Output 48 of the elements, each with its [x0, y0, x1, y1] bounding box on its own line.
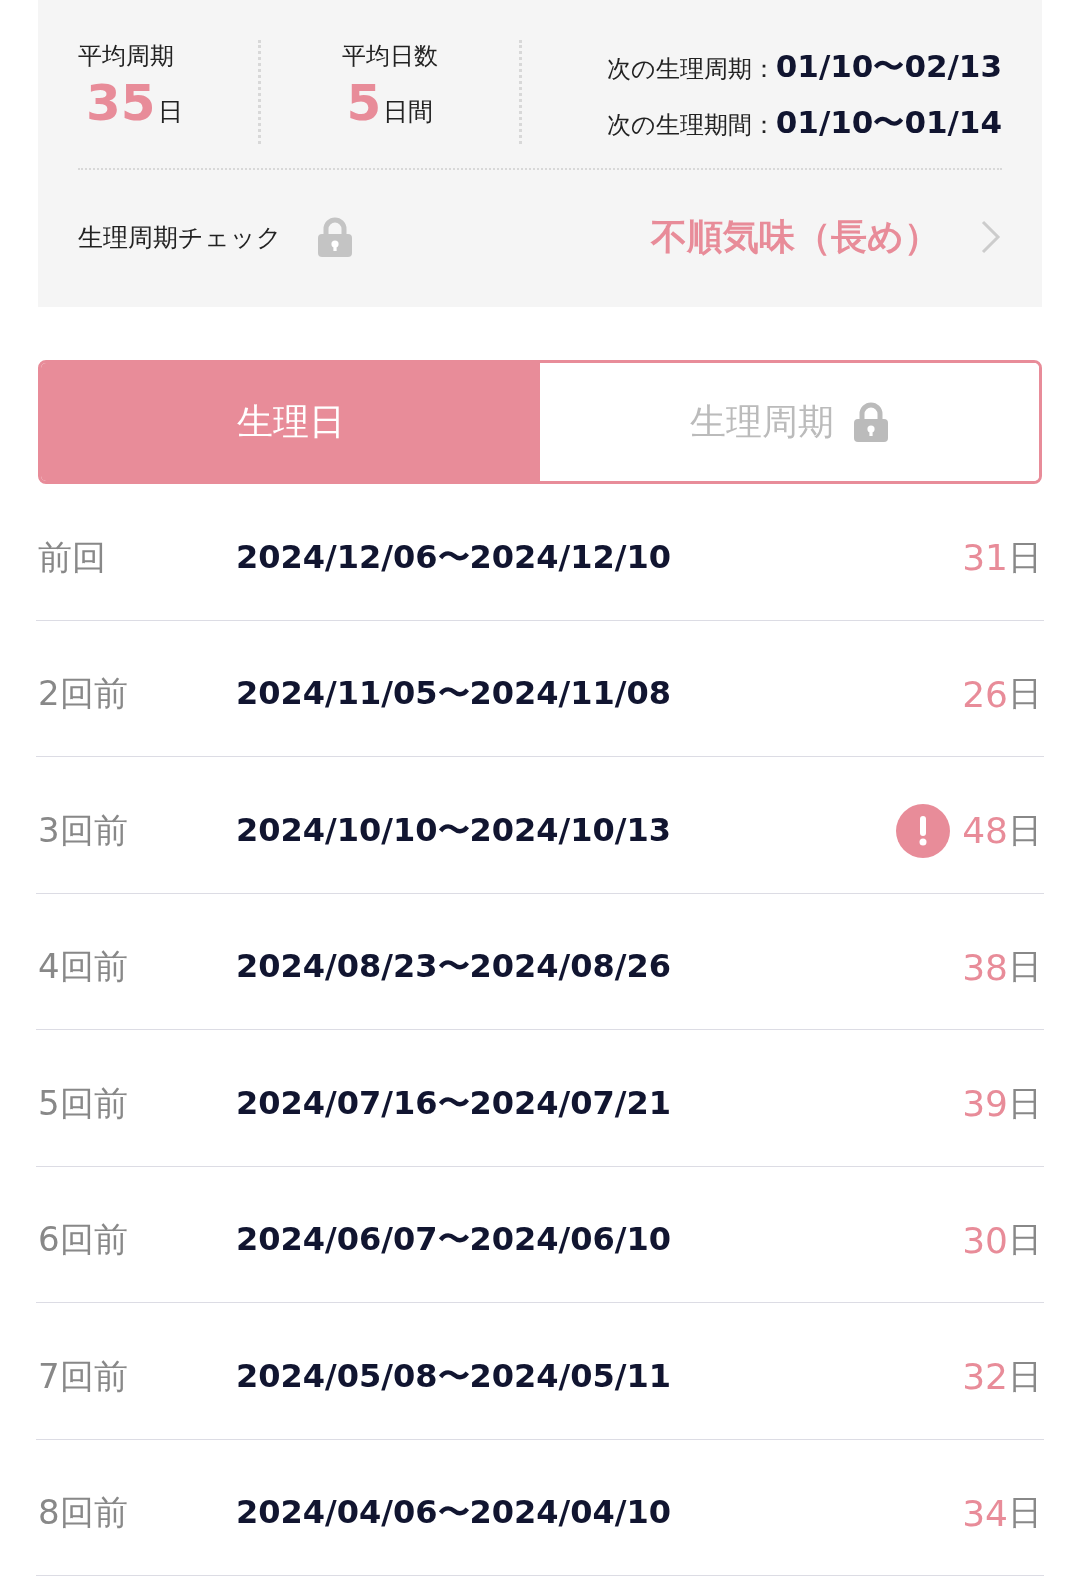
- period-label: 3回前: [38, 808, 129, 852]
- period-range: 2024/06/07〜2024/06/10: [236, 1219, 671, 1261]
- cycle-days: 39: [962, 1083, 1008, 1125]
- period-range: 2024/11/05〜2024/11/08: [236, 673, 671, 715]
- check-label: 生理周期チェック: [78, 221, 282, 254]
- stat-unit: 日: [157, 96, 183, 128]
- period-range: 2024/04/06〜2024/04/10: [236, 1492, 671, 1534]
- period-label: 7回前: [38, 1354, 129, 1398]
- period-label: 2回前: [38, 672, 129, 716]
- period-label: 5回前: [38, 1081, 129, 1125]
- cycle-days: 26: [962, 673, 1008, 715]
- check-result-link[interactable]: 不順気味（長め）: [651, 212, 1002, 262]
- period-range: 2024/10/10〜2024/10/13: [236, 809, 671, 851]
- cycle-days: 34: [962, 1492, 1008, 1534]
- cycle-days: 31: [962, 537, 1008, 579]
- days-unit: 日: [1008, 945, 1042, 989]
- days-unit: 日: [1008, 535, 1042, 579]
- period-label: 4回前: [38, 945, 129, 989]
- next-value: 01/10〜01/14: [775, 103, 1002, 142]
- tab[interactable]: 生理日: [41, 363, 540, 481]
- cycle-days: 32: [962, 1356, 1008, 1398]
- period-label: 6回前: [38, 1218, 129, 1262]
- days-unit: 日: [1008, 1354, 1042, 1398]
- cycle-days: 30: [962, 1219, 1008, 1261]
- period-range: 2024/08/23〜2024/08/26: [236, 946, 671, 988]
- next-label: 次の生理周期：: [606, 54, 776, 85]
- period-range: 2024/07/16〜2024/07/21: [236, 1082, 671, 1124]
- stat-label: 平均日数: [342, 41, 438, 72]
- cycle-days: 48: [962, 810, 1008, 852]
- days-unit: 日: [1008, 1081, 1042, 1125]
- days-unit: 日: [1008, 1218, 1042, 1262]
- period-label: 8回前: [38, 1491, 129, 1535]
- stat-value: 5: [346, 74, 382, 132]
- cycle-days: 38: [962, 946, 1008, 988]
- lock-icon: [851, 402, 890, 442]
- days-unit: 日: [1008, 1491, 1042, 1535]
- next-label: 次の生理期間：: [606, 110, 776, 141]
- lock-icon: [316, 217, 354, 257]
- days-unit: 日: [1008, 672, 1042, 716]
- period-range: 2024/12/06〜2024/12/10: [236, 536, 671, 578]
- chevron-icon: [980, 219, 1002, 255]
- stat-value: 35: [86, 74, 156, 132]
- stat-label: 平均周期: [78, 41, 174, 72]
- period-label: 前回: [38, 535, 107, 579]
- next-value: 01/10〜02/13: [775, 47, 1002, 86]
- days-unit: 日: [1008, 808, 1042, 852]
- stat-unit: 日間: [383, 96, 434, 128]
- period-range: 2024/05/08〜2024/05/11: [236, 1355, 671, 1397]
